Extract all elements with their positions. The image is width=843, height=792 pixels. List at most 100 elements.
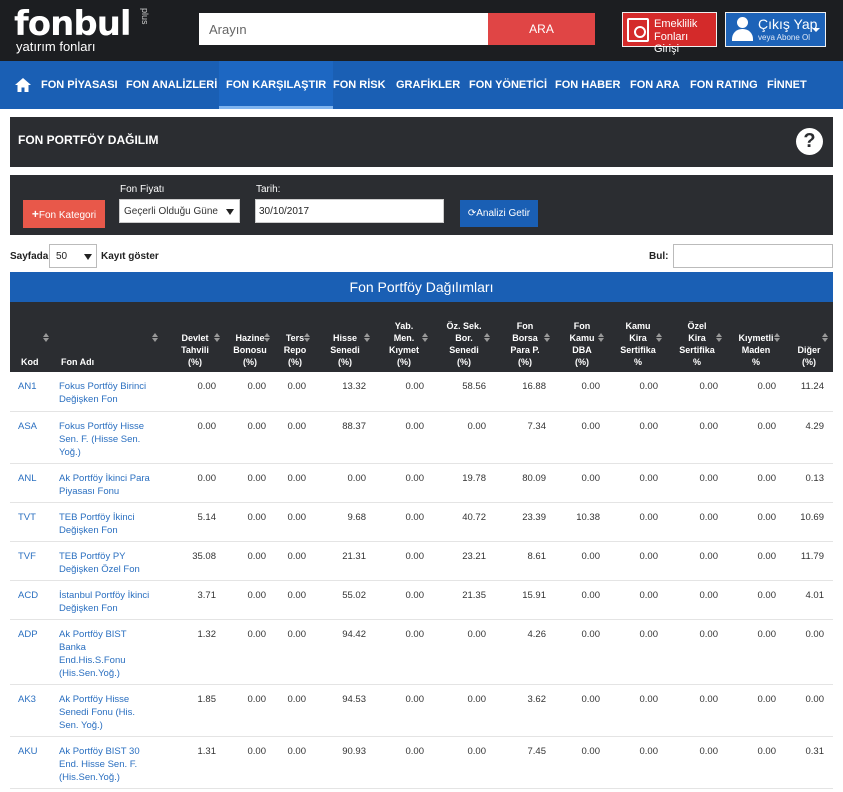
sort-icon[interactable] — [422, 333, 428, 343]
column-header[interactable]: Kod — [21, 356, 51, 368]
fund-name-link[interactable]: Ak Portföy BIST 30 End. Hisse Sen. F. (His… — [59, 745, 157, 784]
cell-value: 23.21 — [462, 551, 486, 562]
sort-icon[interactable] — [152, 333, 158, 343]
fon-fiyati-select[interactable]: Geçerli Olduğu Güne — [119, 199, 240, 223]
tarih-input[interactable] — [255, 199, 444, 223]
nav-fon-karsilastir[interactable]: FON KARŞILAŞTIR — [219, 61, 334, 109]
sort-icon[interactable] — [716, 333, 722, 343]
bul-label: Bul: — [649, 251, 669, 262]
column-header[interactable]: Fon Kamu DBA (%) — [560, 320, 604, 368]
table-row[interactable]: TVT TEB Portföy İkinci Değişken Fon 5.14 0.0… — [10, 503, 833, 542]
fund-code-link[interactable]: TVT — [18, 511, 36, 524]
column-header-label: Kıymet — [388, 345, 419, 355]
cell-value: 15.91 — [522, 590, 546, 601]
fund-name-link[interactable]: Ak Portföy Hisse Senedi Fonu (His. Sen. Yo… — [59, 693, 157, 732]
safe-icon — [627, 18, 649, 42]
column-header[interactable]: Fon Adı — [61, 356, 155, 368]
search-button[interactable]: ARA — [488, 13, 595, 45]
nav-fon-analizleri[interactable]: FON ANALİZLERİ — [126, 61, 217, 109]
cell-value: 0.00 — [247, 746, 267, 757]
column-header[interactable]: Özel Kira Sertifika% — [672, 320, 722, 368]
cell-value: 58.56 — [462, 381, 486, 392]
cell-value: 0.00 — [247, 473, 267, 484]
page-size-select[interactable]: 50 — [49, 244, 97, 268]
fund-name-link[interactable]: Fokus Portföy Hisse Sen. F. (Hisse Sen. Yo… — [59, 420, 157, 459]
help-icon[interactable]: ? — [796, 128, 823, 155]
column-header-label: (%) — [457, 357, 471, 367]
column-header[interactable]: Yab. Men. Kıymet (%) — [380, 320, 428, 368]
fund-name-link[interactable]: TEB Portföy PY Değişken Özel Fon — [59, 550, 157, 576]
sort-icon[interactable] — [214, 333, 220, 343]
cell-value: 0.00 — [805, 694, 825, 705]
nav-finnet[interactable]: FİNNET — [767, 61, 807, 109]
table-row[interactable]: TVF TEB Portföy PY Değişken Özel Fon 35.08 0… — [10, 542, 833, 581]
fund-code-link[interactable]: TVF — [18, 550, 36, 563]
emeklilik-login-button[interactable]: Emeklilik Fonları Girişi — [622, 12, 717, 55]
fund-name-link[interactable]: Ak Portföy İkinci Para Piyasası Fonu — [59, 472, 157, 498]
table-row[interactable]: ACD İstanbul Portföy İkinci Değişken Fon 3.… — [10, 581, 833, 620]
cell-value: 0.00 — [639, 746, 659, 757]
table-row[interactable]: AKU Ak Portföy BIST 30 End. Hisse Sen. F. (… — [10, 737, 833, 789]
home-icon[interactable] — [15, 78, 31, 92]
table-row[interactable]: ADP Ak Portföy BIST Banka End.His.S.Fonu (Hi… — [10, 620, 833, 685]
sort-icon[interactable] — [364, 333, 370, 343]
fund-name-line: Ak Portföy BIST 30 — [59, 746, 140, 757]
column-header-label: Fon — [516, 321, 534, 331]
column-header[interactable]: Diğer (%) — [790, 344, 828, 368]
table-row[interactable]: ANL Ak Portföy İkinci Para Piyasası Fonu 0.… — [10, 464, 833, 503]
user-menu-button[interactable]: Çıkış Yap veya Abone Ol — [725, 12, 826, 47]
fund-name-link[interactable]: Ak Portföy BIST Banka End.His.S.Fonu (His.S… — [59, 628, 157, 680]
sort-icon[interactable] — [484, 333, 490, 343]
nav-fon-piyasasi[interactable]: FON PİYASASI — [41, 61, 118, 109]
cell-value: 88.37 — [342, 421, 366, 432]
column-header[interactable]: Devlet Tahvili (%) — [170, 332, 220, 368]
fund-code-link[interactable]: ANL — [18, 472, 36, 485]
column-header[interactable]: Öz. Sek. Bor. Senedi (%) — [438, 320, 490, 368]
sort-icon[interactable] — [544, 333, 550, 343]
table-row[interactable]: AN1 Fokus Portföy Birinci Değişken Fon 0.00… — [10, 372, 833, 412]
sort-icon[interactable] — [774, 333, 780, 343]
nav-fon-ara[interactable]: FON ARA — [630, 61, 680, 109]
fund-code-link[interactable]: ACD — [18, 589, 38, 602]
fund-name-link[interactable]: İstanbul Portföy İkinci Değişken Fon — [59, 589, 157, 615]
nav-fon-risk[interactable]: FON RİSK — [333, 61, 386, 109]
fund-name-link[interactable]: Fokus Portföy Birinci Değişken Fon — [59, 380, 157, 406]
fund-code-link[interactable]: ASA — [18, 420, 37, 433]
fonbul-logo[interactable]: fonbul plus yatırım fonları — [14, 6, 184, 56]
table-search-input[interactable] — [673, 244, 833, 268]
column-header-label: Diğer — [797, 345, 821, 355]
column-header[interactable]: Kamu Kira Sertifika% — [614, 320, 662, 368]
nav-fon-haber[interactable]: FON HABER — [555, 61, 620, 109]
cell-value: 55.02 — [342, 590, 366, 601]
fund-name-link[interactable]: TEB Portföy İkinci Değişken Fon — [59, 511, 157, 537]
fund-code-link[interactable]: AN1 — [18, 380, 36, 393]
fund-code-link[interactable]: ADP — [18, 628, 38, 641]
cell-value: 0.00 — [287, 590, 307, 601]
sort-icon[interactable] — [304, 333, 310, 343]
sort-icon[interactable] — [656, 333, 662, 343]
analizi-getir-button[interactable]: ⟳Analizi Getir — [460, 200, 538, 227]
fund-name-line: Sen. F. (Hisse Sen. — [59, 434, 141, 445]
table-row[interactable]: ASA Fokus Portföy Hisse Sen. F. (Hisse Sen… — [10, 412, 833, 464]
plus-icon: + — [31, 207, 39, 221]
sort-icon[interactable] — [264, 333, 270, 343]
nav-grafikler[interactable]: GRAFİKLER — [396, 61, 460, 109]
table-row[interactable]: AK3 Ak Portföy Hisse Senedi Fonu (His. Sen.… — [10, 685, 833, 737]
column-header[interactable]: Fon Borsa Para P. (%) — [500, 320, 550, 368]
sort-icon[interactable] — [822, 333, 828, 343]
cell-value: 10.38 — [576, 512, 600, 523]
sort-icon[interactable] — [43, 333, 49, 343]
sort-icon[interactable] — [598, 333, 604, 343]
cell-value: 0.00 — [467, 746, 487, 757]
search-input[interactable] — [199, 13, 488, 45]
column-header[interactable]: Hisse Senedi (%) — [320, 332, 370, 368]
fund-code-link[interactable]: AK3 — [18, 693, 36, 706]
cell-value: 0.00 — [467, 421, 487, 432]
cell-value: 0.00 — [581, 746, 601, 757]
fon-kategori-button[interactable]: +Fon Kategori — [23, 200, 105, 228]
nav-fon-rating[interactable]: FON RATING — [690, 61, 758, 109]
column-header-label: Hisse — [332, 333, 358, 343]
column-header[interactable]: Kıymetli Maden% — [732, 332, 780, 368]
fund-code-link[interactable]: AKU — [18, 745, 38, 758]
nav-fon-yonetici[interactable]: FON YÖNETİCİ — [469, 61, 547, 109]
